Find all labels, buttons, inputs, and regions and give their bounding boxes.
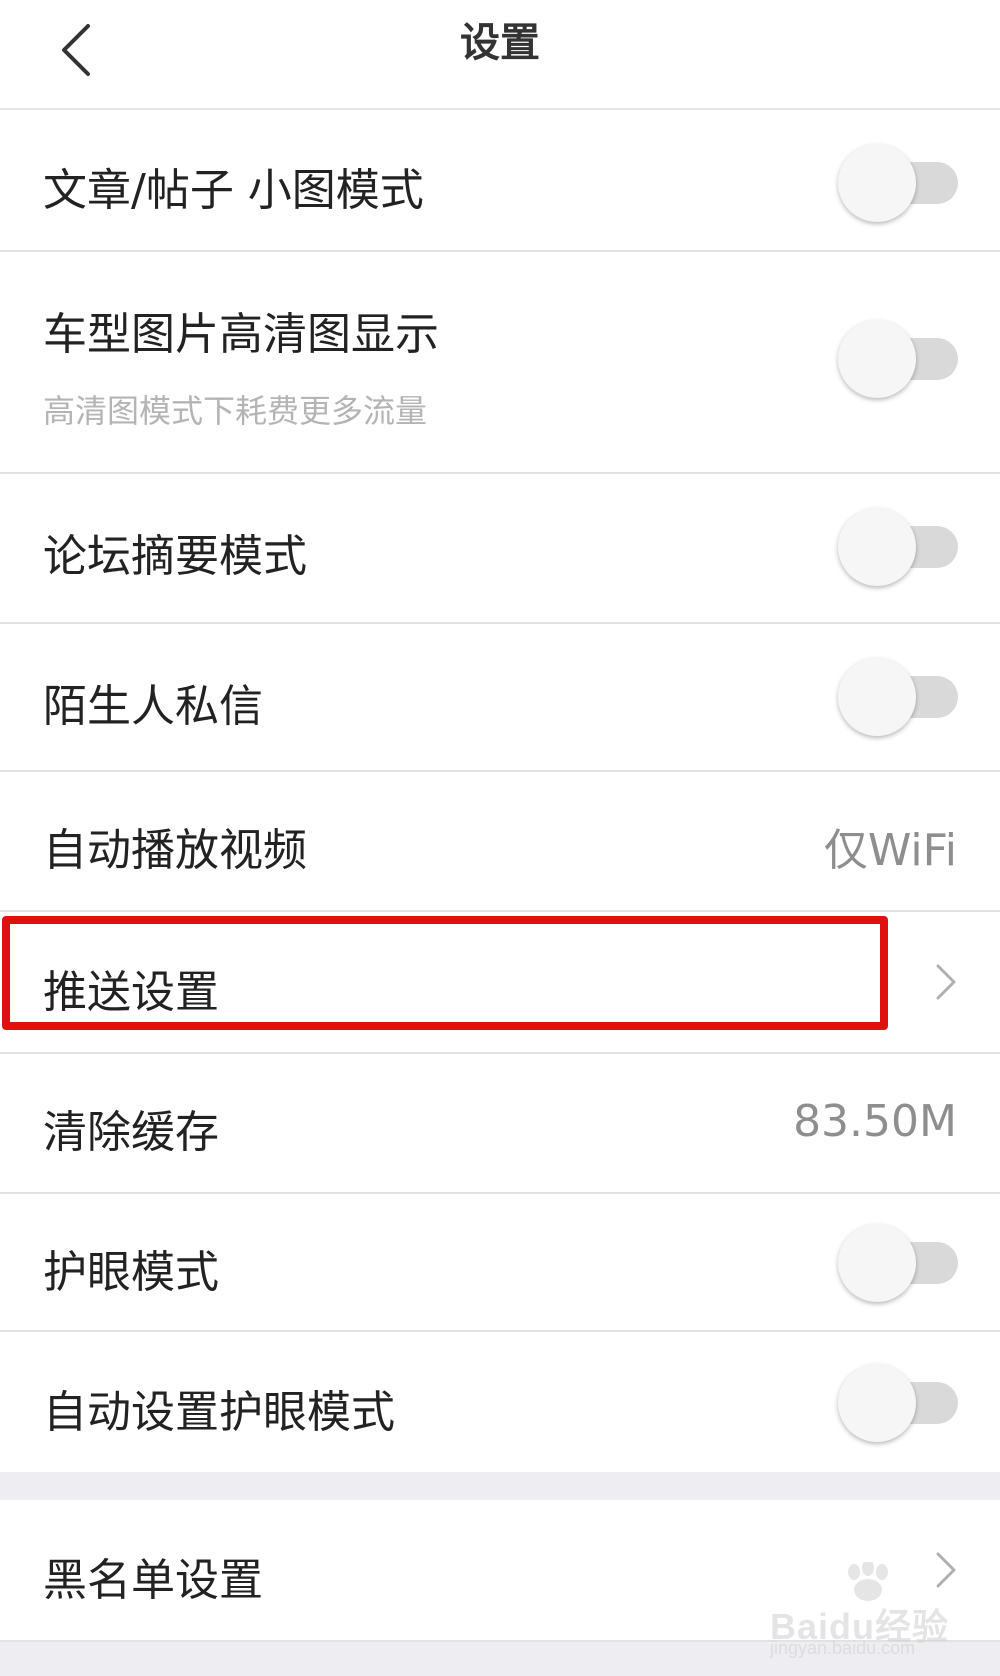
chevron-right-icon (936, 964, 956, 1000)
forum-summary-mode-toggle[interactable] (838, 506, 960, 588)
page-title: 设置 (460, 20, 540, 66)
baidu-watermark: Baidu经验 jingyan.baidu.com (770, 1562, 980, 1658)
setting-label: 自动播放视频 (43, 825, 307, 876)
toggle-knob (838, 658, 916, 736)
setting-row-push-settings[interactable]: 推送设置 (0, 912, 1000, 1054)
setting-row-stranger-messages: 陌生人私信 (0, 624, 1000, 772)
toggle-knob (838, 1364, 916, 1442)
autoplay-video-value: 仅WiFi (823, 825, 957, 876)
hd-car-images-toggle[interactable] (838, 318, 960, 400)
setting-row-hd-car-images: 车型图片高清图显示 高清图模式下耗费更多流量 (0, 252, 1000, 474)
setting-row-autoplay-video[interactable]: 自动播放视频 仅WiFi (0, 772, 1000, 912)
setting-label: 清除缓存 (43, 1107, 219, 1158)
setting-row-auto-eye-protection: 自动设置护眼模式 (0, 1332, 1000, 1472)
setting-label: 论坛摘要模式 (43, 531, 307, 582)
setting-label: 黑名单设置 (43, 1555, 263, 1606)
auto-eye-protection-toggle[interactable] (838, 1362, 960, 1444)
setting-label: 推送设置 (43, 967, 219, 1018)
setting-description: 高清图模式下耗费更多流量 (43, 392, 428, 430)
setting-row-clear-cache[interactable]: 清除缓存 83.50M (0, 1054, 1000, 1194)
small-image-mode-toggle[interactable] (838, 142, 960, 224)
eye-protection-toggle[interactable] (838, 1222, 960, 1304)
toggle-knob (838, 144, 916, 222)
toggle-knob (838, 320, 916, 398)
section-divider (0, 1472, 1000, 1500)
setting-label: 自动设置护眼模式 (43, 1387, 395, 1438)
watermark-url: jingyan.baidu.com (770, 1638, 916, 1658)
nav-bar: 设置 (0, 0, 1000, 110)
cache-size-value: 83.50M (793, 1096, 957, 1147)
setting-label: 车型图片高清图显示 (43, 309, 439, 360)
setting-label: 陌生人私信 (43, 681, 263, 732)
setting-row-forum-summary-mode: 论坛摘要模式 (0, 474, 1000, 624)
paw-icon (848, 1562, 888, 1601)
setting-label: 护眼模式 (43, 1247, 219, 1298)
setting-label: 文章/帖子 小图模式 (43, 165, 424, 216)
setting-row-eye-protection: 护眼模式 (0, 1194, 1000, 1332)
setting-row-small-image-mode: 文章/帖子 小图模式 (0, 112, 1000, 252)
toggle-knob (838, 508, 916, 586)
stranger-messages-toggle[interactable] (838, 656, 960, 738)
toggle-knob (838, 1224, 916, 1302)
